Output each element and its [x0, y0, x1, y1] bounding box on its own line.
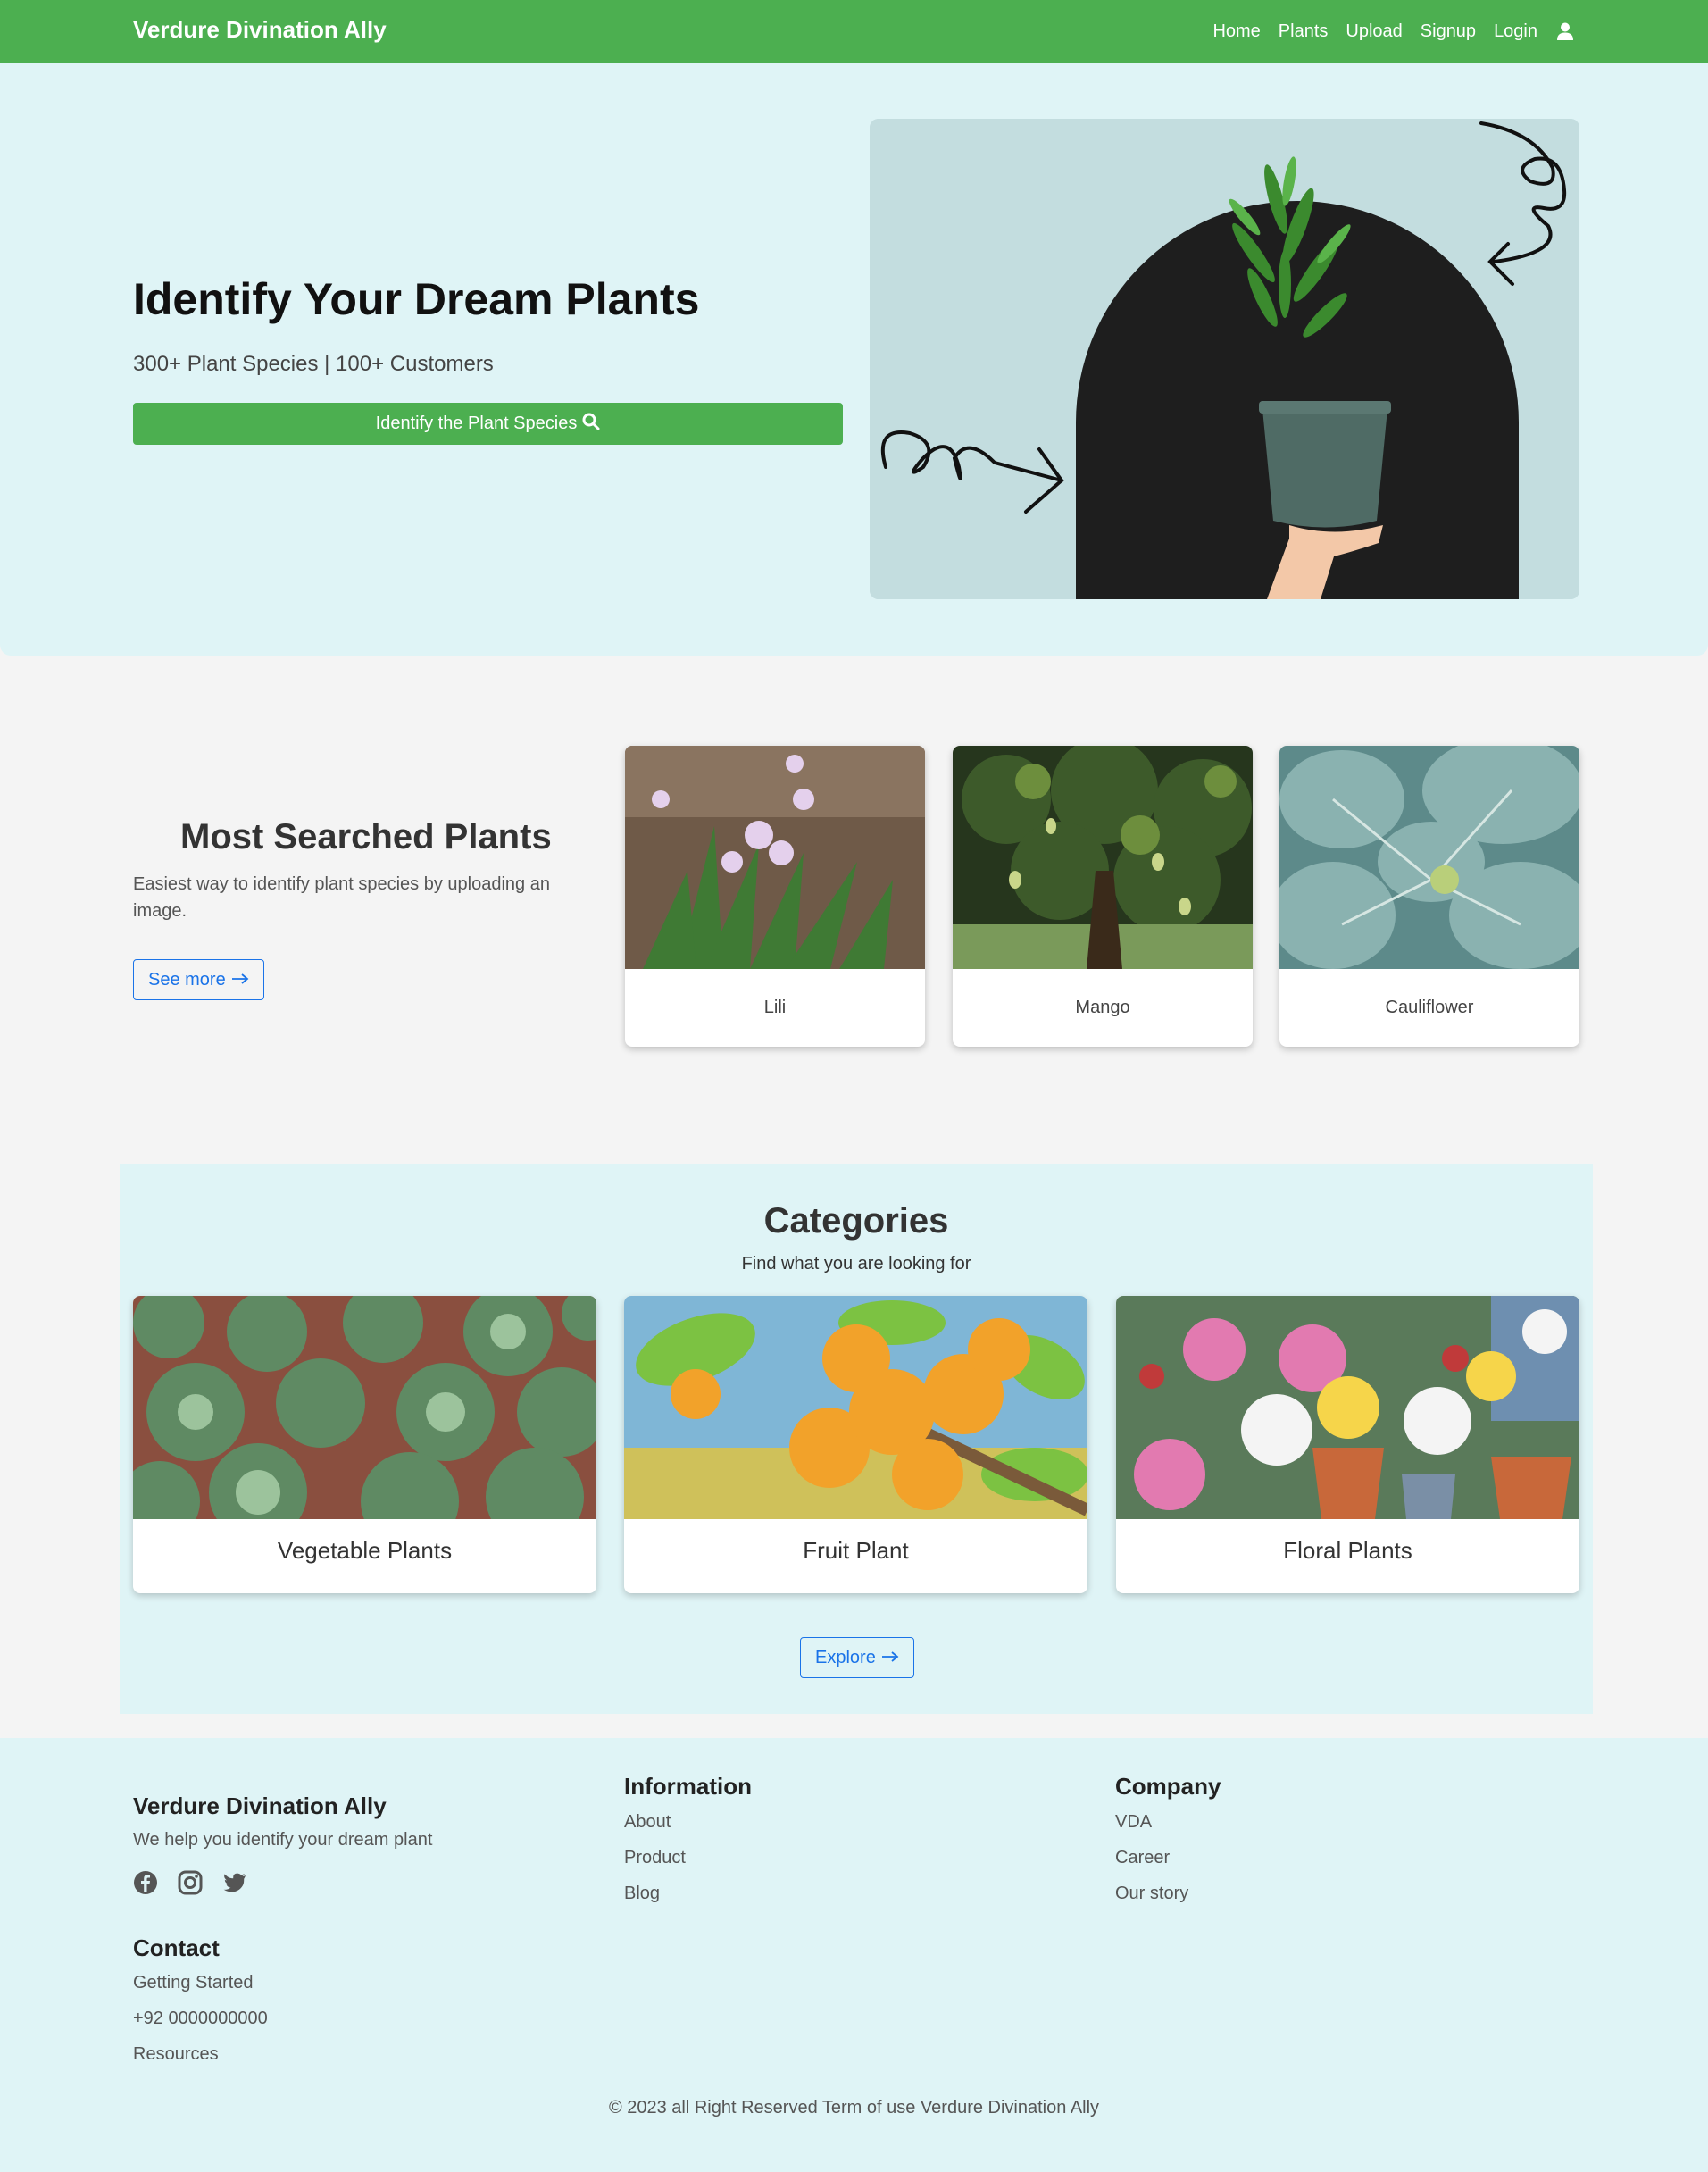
footer-tagline: We help you identify your dream plant	[133, 1830, 433, 1850]
plant-card-lili[interactable]: Lili	[625, 746, 925, 1047]
hero-title: Identify Your Dream Plants	[133, 274, 700, 324]
categories-section: Categories Find what you are looking for…	[120, 1164, 1593, 1714]
footer-brand: Verdure Divination Ally	[133, 1792, 387, 1819]
footer-link-vda[interactable]: VDA	[1115, 1812, 1152, 1833]
most-searched-title: Most Searched Plants	[180, 817, 552, 856]
hero-subtitle: 300+ Plant Species | 100+ Customers	[133, 352, 494, 376]
identify-plant-button[interactable]: Identify the Plant Species	[133, 403, 843, 445]
footer-link-getting-started[interactable]: Getting Started	[133, 1973, 254, 1993]
information-heading: Information	[624, 1773, 752, 1800]
categories-title: Categories	[763, 1201, 949, 1241]
footer-link-about[interactable]: About	[624, 1812, 671, 1833]
arrow-right-icon	[231, 970, 249, 990]
instagram-icon[interactable]	[178, 1870, 203, 1895]
category-card-vegetable[interactable]: Vegetable Plants	[133, 1296, 596, 1593]
lili-image	[625, 746, 925, 969]
vegetable-plants-image	[133, 1296, 596, 1550]
brand-logo[interactable]: Verdure Divination Ally	[133, 16, 387, 44]
most-searched-description: Easiest way to identify plant species by…	[133, 874, 550, 921]
plant-card-mango[interactable]: Mango	[953, 746, 1253, 1047]
footer-link-blog[interactable]: Blog	[624, 1884, 660, 1904]
footer-link-our-story[interactable]: Our story	[1115, 1884, 1188, 1904]
nav-signup[interactable]: Signup	[1421, 21, 1476, 42]
footer-link-product[interactable]: Product	[624, 1848, 686, 1868]
explore-label: Explore	[815, 1647, 876, 1667]
hero-section: Identify Your Dream Plants 300+ Plant Sp…	[0, 63, 1708, 656]
cauliflower-image	[1279, 746, 1579, 969]
footer-link-career[interactable]: Career	[1115, 1848, 1170, 1868]
arrow-right-icon	[881, 1648, 899, 1668]
footer-phone: +92 0000000000	[133, 2009, 268, 2028]
explore-button[interactable]: Explore	[800, 1637, 914, 1678]
nav-home[interactable]: Home	[1212, 21, 1260, 42]
contact-heading: Contact	[133, 1934, 220, 1961]
category-label-floral: Floral Plants	[1283, 1537, 1412, 1564]
fruit-plant-image	[624, 1296, 1087, 1519]
category-card-floral[interactable]: Floral Plants	[1116, 1296, 1579, 1593]
search-icon	[582, 413, 600, 436]
twitter-icon[interactable]	[222, 1870, 247, 1895]
categories-subtitle: Find what you are looking for	[741, 1254, 971, 1274]
mango-image	[953, 746, 1253, 969]
footer-link-resources[interactable]: Resources	[133, 2044, 219, 2065]
nav-links: Home Plants Upload Signup Login	[1212, 0, 1575, 63]
see-more-label: See more	[148, 969, 226, 990]
nav-plants[interactable]: Plants	[1279, 21, 1329, 42]
see-more-button[interactable]: See more	[133, 959, 264, 1000]
category-label-vegetable: Vegetable Plants	[277, 1537, 453, 1564]
user-icon[interactable]	[1555, 21, 1575, 41]
category-card-fruit[interactable]: Fruit Plant	[624, 1296, 1087, 1593]
plant-label-mango: Mango	[1075, 998, 1130, 1017]
nav-login[interactable]: Login	[1494, 21, 1537, 42]
nav-upload[interactable]: Upload	[1346, 21, 1402, 42]
identify-plant-button-label: Identify the Plant Species	[375, 414, 578, 433]
copyright-text: © 2023 all Right Reserved Term of use Ve…	[608, 2098, 1100, 2118]
navbar: Verdure Divination Ally Home Plants Uplo…	[0, 0, 1708, 63]
plant-label-lili: Lili	[763, 998, 787, 1017]
hero-plant-image	[870, 119, 1579, 599]
facebook-icon[interactable]	[133, 1870, 158, 1895]
company-heading: Company	[1115, 1773, 1221, 1800]
plant-label-cauliflower: Cauliflower	[1385, 998, 1474, 1017]
plant-card-cauliflower[interactable]: Cauliflower	[1279, 746, 1579, 1047]
floral-plants-image	[1116, 1296, 1579, 1519]
category-label-fruit: Fruit Plant	[803, 1537, 909, 1564]
